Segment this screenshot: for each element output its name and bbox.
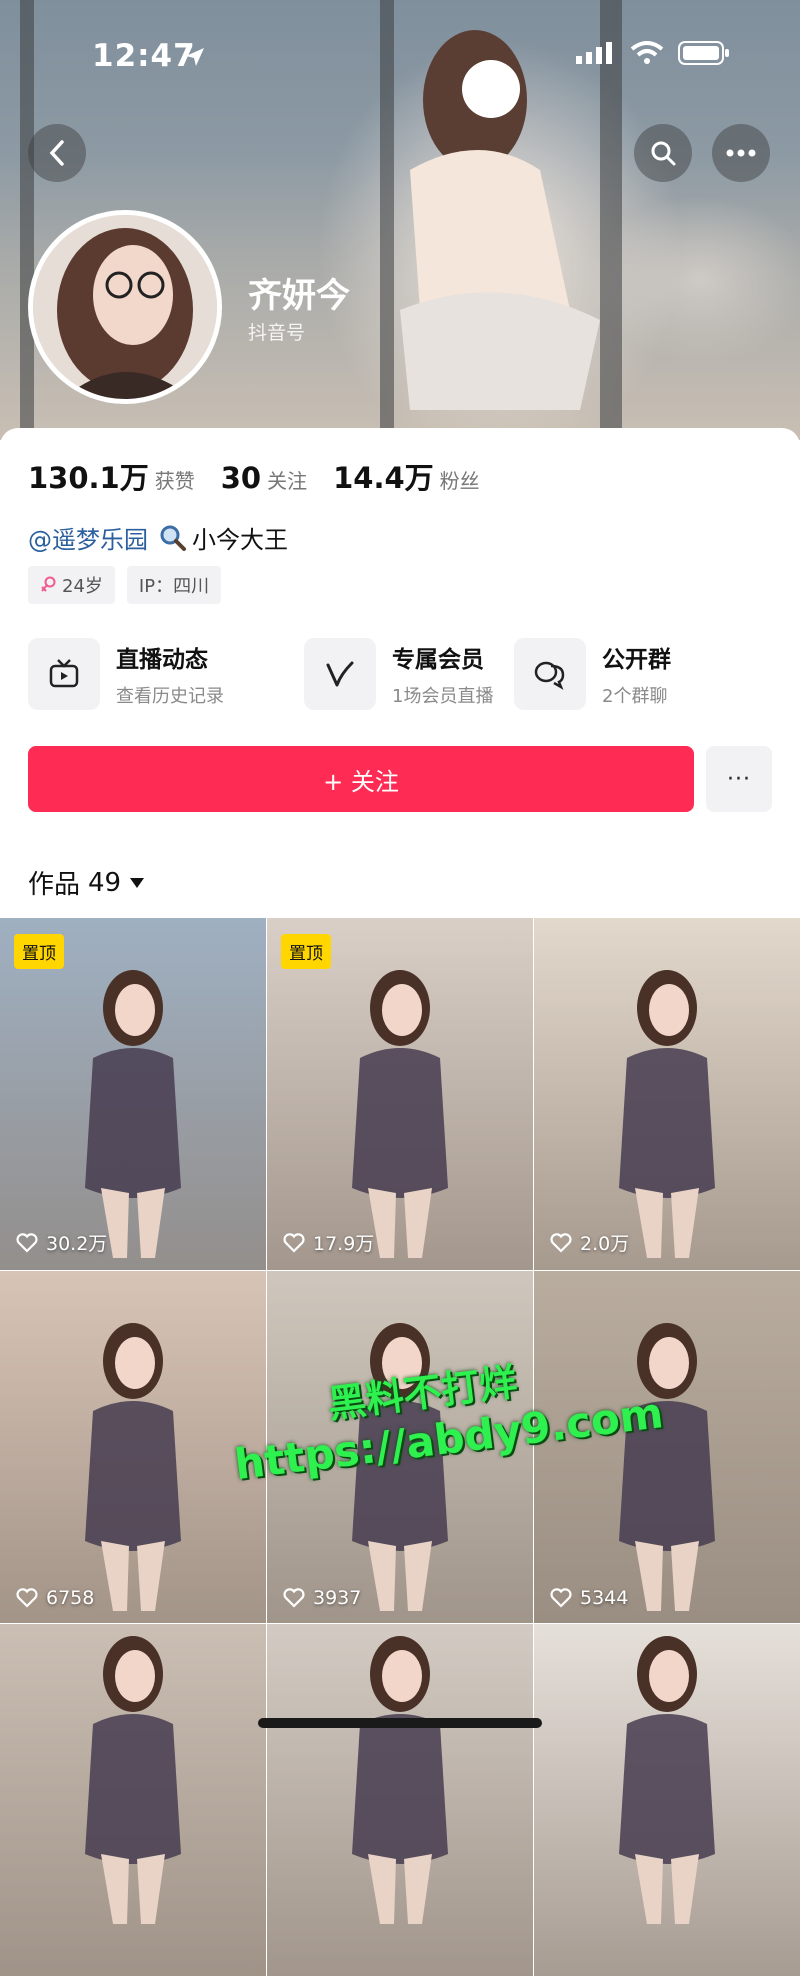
battery-icon (678, 41, 729, 65)
ellipsis-icon (726, 149, 756, 157)
feature-membership[interactable]: 专属会员 1场会员直播 (304, 638, 493, 710)
group-chat-icon (534, 661, 565, 690)
like-count: 17.9万 (283, 1229, 374, 1256)
wifi-icon (630, 41, 664, 64)
video-thumbnail-figure (352, 970, 448, 1258)
more-options-button[interactable] (712, 124, 770, 182)
video-tile[interactable]: 置顶 17.9万 (267, 918, 533, 1270)
video-thumbnail-figure (85, 1636, 181, 1924)
feature-title: 直播动态 (116, 647, 208, 673)
works-tab[interactable]: 作品 49 (28, 864, 145, 901)
feature-subtitle: 查看历史记录 (116, 686, 224, 707)
video-thumbnail-figure (352, 1636, 448, 1924)
like-count: 30.2万 (16, 1229, 107, 1256)
video-tile[interactable] (267, 1624, 533, 1976)
feature-row: 直播动态 查看历史记录 专属会员 1场会员直播 公开群 2个群聊 (28, 638, 772, 712)
heart-icon (550, 1232, 572, 1253)
pinned-badge: 置顶 (14, 934, 64, 969)
heart-icon (16, 1588, 38, 1608)
followers-count[interactable]: 14.4万 (333, 455, 434, 497)
location-arrow-icon (186, 48, 204, 66)
heart-icon (550, 1588, 572, 1608)
feature-live[interactable]: 直播动态 查看历史记录 (28, 638, 224, 710)
search-icon (651, 141, 676, 166)
search-button[interactable] (634, 124, 692, 182)
heart-icon (283, 1232, 305, 1253)
like-count: 2.0万 (550, 1229, 629, 1256)
feature-subtitle: 2个群聊 (602, 686, 668, 707)
likes-label: 获赞 (154, 469, 195, 493)
video-tile[interactable]: 置顶 30.2万 (0, 918, 266, 1270)
search-hint-text[interactable]: 小今大王 (192, 520, 288, 555)
heart-icon (283, 1588, 305, 1608)
tv-icon (49, 659, 79, 688)
mention-link[interactable]: @遥梦乐园 (28, 520, 148, 555)
profile-name: 齐妍今 (248, 276, 350, 316)
like-count-text: 3937 (313, 1587, 362, 1609)
ip-text: IP：四川 (138, 576, 210, 597)
video-tile[interactable]: 2.0万 (534, 918, 800, 1270)
like-count-text: 2.0万 (580, 1233, 630, 1255)
like-count-text: 30.2万 (46, 1233, 108, 1255)
video-thumbnail-figure (619, 1636, 715, 1924)
video-tile[interactable] (534, 1624, 800, 1976)
followers-label: 粉丝 (439, 469, 480, 493)
signal-icon (576, 42, 612, 64)
feature-group-icon-box (514, 638, 586, 710)
like-count-text: 6758 (46, 1587, 95, 1609)
avatar-portrait (33, 215, 217, 399)
works-count: 49 (88, 867, 122, 898)
home-indicator[interactable] (258, 1718, 542, 1728)
magnifier-icon (160, 525, 186, 551)
like-count-text: 17.9万 (313, 1233, 375, 1255)
likes-count[interactable]: 130.1万 (28, 455, 149, 497)
chevron-left-icon (49, 140, 64, 166)
douyin-id-label[interactable]: 抖音号 (248, 318, 305, 345)
video-thumbnail-figure (619, 970, 715, 1258)
ip-tag: IP：四川 (126, 566, 222, 604)
age-tag: 24岁 (28, 566, 115, 604)
like-count: 5344 (550, 1587, 628, 1609)
pinned-badge: 置顶 (281, 934, 331, 969)
like-count: 6758 (16, 1587, 94, 1609)
feature-membership-icon-box (304, 638, 376, 710)
bio-line: @遥梦乐园 小今大王 (28, 520, 288, 555)
more-actions-button[interactable]: ··· (706, 746, 772, 812)
v-icon (326, 661, 354, 687)
profile-stats: 130.1万 获赞 30 关注 14.4万 粉丝 (28, 455, 506, 497)
feature-subtitle: 1场会员直播 (392, 686, 494, 707)
window-frame (20, 0, 34, 440)
feature-live-icon-box (28, 638, 100, 710)
following-count[interactable]: 30 (221, 461, 261, 495)
avatar[interactable] (28, 210, 222, 404)
video-thumbnail-figure (85, 1323, 181, 1611)
female-icon (41, 576, 56, 592)
age-text: 24岁 (62, 576, 103, 597)
like-count-text: 5344 (580, 1587, 629, 1609)
following-label: 关注 (267, 469, 308, 493)
heart-icon (16, 1232, 38, 1253)
video-thumbnail-figure (85, 970, 181, 1258)
privacy-blur-circle (462, 60, 520, 118)
feature-group[interactable]: 公开群 2个群聊 (514, 638, 671, 710)
follow-button[interactable]: + 关注 (28, 746, 694, 812)
video-tile[interactable]: 6758 (0, 1271, 266, 1623)
feature-title: 专属会员 (392, 647, 484, 673)
feature-title: 公开群 (602, 647, 671, 673)
like-count: 3937 (283, 1587, 361, 1609)
back-button[interactable] (28, 124, 86, 182)
works-label: 作品 (28, 870, 81, 900)
caret-down-icon (130, 877, 145, 888)
status-time: 12:47 (92, 38, 196, 74)
profile-tags: 24岁 IP：四川 (28, 566, 222, 604)
video-tile[interactable] (0, 1624, 266, 1976)
